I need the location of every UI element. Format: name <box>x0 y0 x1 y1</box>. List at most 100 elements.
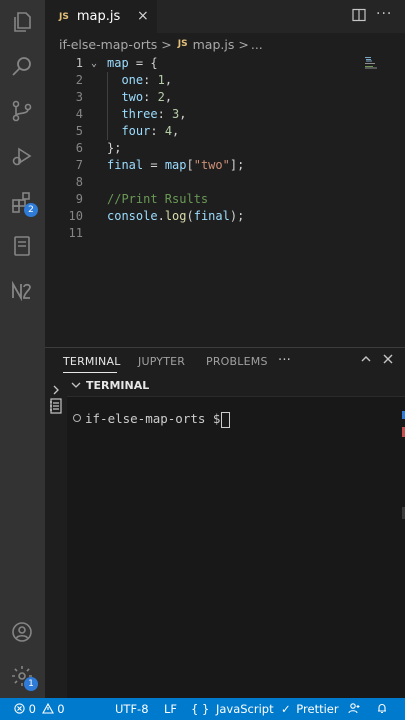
line-number: 11 <box>68 226 83 240</box>
code-token: 1 <box>157 73 165 87</box>
status-bar: 0 0 UTF-8 LF { } JavaScript ✓ Prettier <box>0 698 405 720</box>
code-lines: map = { one: 1, two: 2, three: 3, four: … <box>107 55 244 242</box>
tab-problems[interactable]: PROBLEMS <box>206 355 268 368</box>
line-number: 7 <box>75 158 83 172</box>
run-debug-icon[interactable] <box>8 142 36 170</box>
split-editor-icon[interactable] <box>352 8 366 26</box>
code-token: = { <box>128 56 158 70</box>
eol-status[interactable]: LF <box>164 702 177 716</box>
terminal-cursor <box>221 411 231 428</box>
code-token: : <box>157 107 173 121</box>
code-token: "two" <box>193 158 230 172</box>
live-share-icon[interactable] <box>348 702 361 717</box>
code-line: //Print Rsults <box>107 191 244 208</box>
code-token: , <box>164 90 173 104</box>
minimap[interactable] <box>365 57 385 69</box>
tab-label: map.js <box>76 9 121 24</box>
code-token: four <box>121 124 151 138</box>
editor-tab-bar: JS map.js × ··· <box>45 0 405 33</box>
notebook-icon[interactable] <box>8 232 36 260</box>
command-decoration-icon[interactable] <box>73 414 81 422</box>
code-editor[interactable]: 1 2 3 4 5 6 7 8 9 10 11 ⌄ map = { one: 1… <box>45 55 405 343</box>
prettier-label: Prettier <box>296 702 339 716</box>
more-actions-icon[interactable]: ··· <box>376 6 392 22</box>
code-token: ]; <box>229 158 245 172</box>
code-token: , <box>179 107 187 121</box>
prettier-status[interactable]: ✓ Prettier <box>281 702 339 716</box>
code-token: , <box>172 124 180 138</box>
code-token: ( <box>186 209 194 223</box>
code-line: three: 3, <box>107 106 244 123</box>
source-control-icon[interactable] <box>8 97 36 125</box>
line-number: 4 <box>75 107 83 121</box>
tab-map-js[interactable]: JS map.js × <box>45 0 157 33</box>
terminal-prompt: if-else-map-orts $ <box>85 411 231 428</box>
code-token: one <box>121 73 144 87</box>
code-token: map <box>164 158 187 172</box>
js-file-icon: JS <box>59 11 69 22</box>
panel-header: TERMINAL JUPYTER PROBLEMS ··· <box>45 347 405 374</box>
breadcrumb-symbols[interactable]: ... <box>251 37 263 52</box>
code-token: : <box>143 90 158 104</box>
fold-chevron-icon[interactable]: ⌄ <box>91 55 97 72</box>
line-number: 2 <box>75 73 83 87</box>
explorer-icon[interactable] <box>8 8 36 36</box>
tab-jupyter[interactable]: JUPYTER <box>138 355 185 368</box>
check-icon: ✓ <box>281 702 291 716</box>
maximize-panel-icon[interactable] <box>360 353 372 368</box>
n2-extension-icon[interactable] <box>8 277 36 305</box>
encoding-status[interactable]: UTF-8 <box>115 702 149 716</box>
code-token: final <box>193 209 230 223</box>
code-line: four: 4, <box>107 123 244 140</box>
account-icon[interactable] <box>8 618 36 646</box>
line-number: 3 <box>75 90 83 104</box>
warning-count: 0 <box>57 702 65 716</box>
code-line: }; <box>107 140 244 157</box>
chevron-down-icon <box>71 380 81 390</box>
notifications-bell-icon[interactable] <box>376 702 388 717</box>
warning-icon <box>41 702 54 714</box>
close-panel-icon[interactable] <box>382 353 394 368</box>
code-token: log <box>164 209 187 223</box>
braces-icon: { } <box>191 702 210 716</box>
code-token: : <box>150 124 165 138</box>
line-number: 9 <box>75 192 83 206</box>
breadcrumb-chevron-icon: > <box>238 36 249 52</box>
terminal-section-header[interactable]: TERMINAL <box>67 374 405 397</box>
more-panel-tabs-icon[interactable]: ··· <box>278 353 291 368</box>
code-token: , <box>164 73 173 87</box>
close-tab-icon[interactable]: × <box>137 8 149 24</box>
terminal-prompt-text: if-else-map-orts $ <box>85 411 221 426</box>
line-number: 1 <box>75 56 83 70</box>
terminal-view[interactable]: if-else-map-orts $ <box>67 397 405 698</box>
code-token: . <box>157 209 165 223</box>
code-token: }; <box>107 141 122 155</box>
problems-status[interactable]: 0 0 <box>14 702 65 716</box>
extensions-badge: 2 <box>24 203 38 217</box>
code-token: : <box>143 73 158 87</box>
breadcrumb-file[interactable]: map.js <box>193 37 235 52</box>
active-tab-indicator <box>63 372 117 373</box>
panel-side-strip <box>45 374 67 698</box>
code-token: console <box>107 209 158 223</box>
code-line: console.log(final); <box>107 208 244 225</box>
line-number-gutter: 1 2 3 4 5 6 7 8 9 10 11 <box>45 55 83 242</box>
code-line: map = { <box>107 55 244 72</box>
breadcrumb-chevron-icon: > <box>161 36 172 52</box>
code-token: two <box>121 90 144 104</box>
notebook-outline-icon[interactable] <box>49 398 63 418</box>
error-icon <box>14 703 25 714</box>
line-number: 10 <box>68 209 83 223</box>
code-token: = <box>143 158 165 172</box>
breadcrumb-folder[interactable]: if-else-map-orts <box>59 37 157 52</box>
language-mode[interactable]: { } JavaScript <box>191 702 274 716</box>
tab-terminal[interactable]: TERMINAL <box>63 355 121 368</box>
search-icon[interactable] <box>8 52 36 80</box>
terminal-section-title: TERMINAL <box>86 378 150 392</box>
code-line: one: 1, <box>107 72 244 89</box>
line-number: 8 <box>75 175 83 189</box>
chevron-right-icon[interactable] <box>51 380 61 399</box>
code-token: [ <box>186 158 194 172</box>
